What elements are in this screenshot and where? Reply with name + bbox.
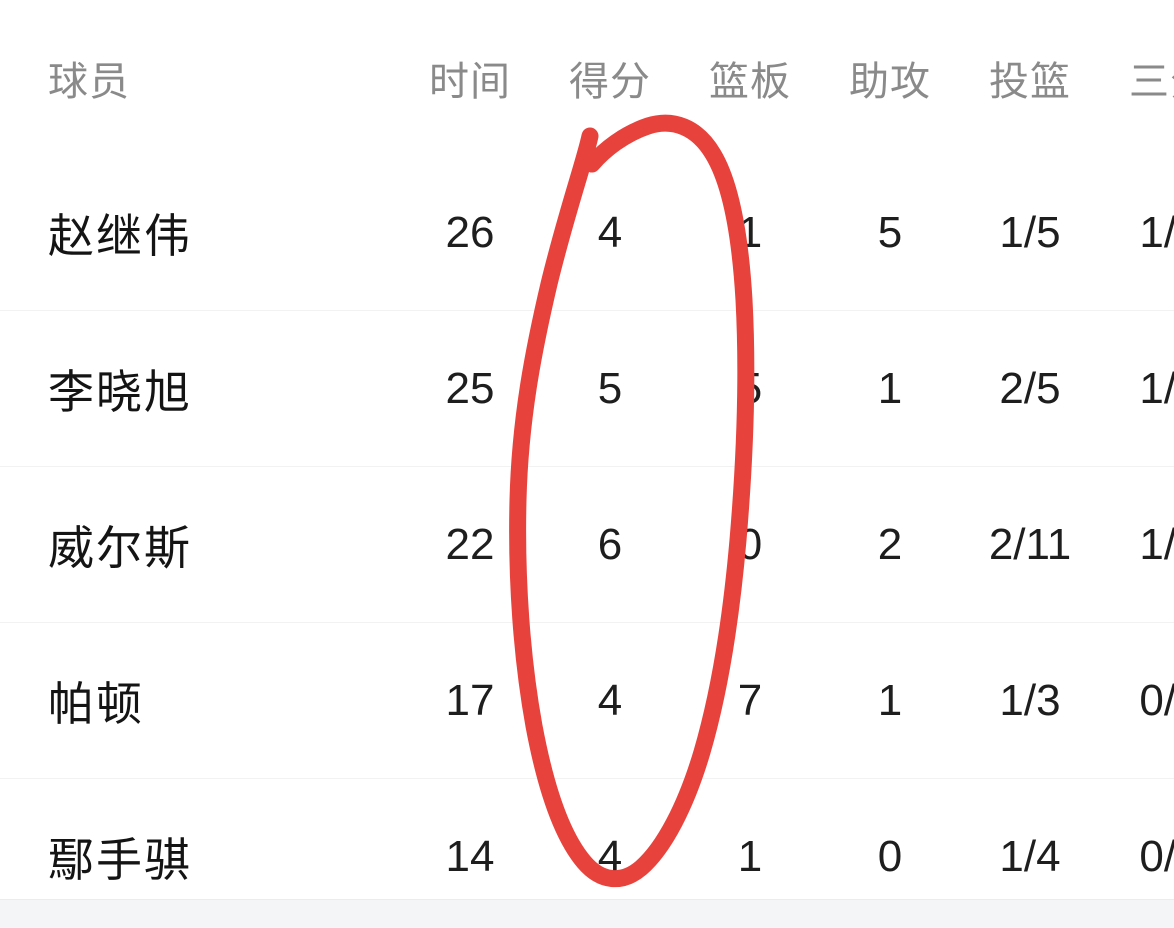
- cell-rebounds: 1: [737, 207, 763, 257]
- cell-minutes: 25: [445, 363, 495, 413]
- cell-field-goals: 1/5: [999, 207, 1061, 257]
- cell-player: 李晓旭: [48, 365, 192, 418]
- cell-points: 6: [597, 519, 623, 569]
- table-body: 赵继伟 26 4 1 5 1/5 1/4 李晓旭 25 5 5 1 2/5 1/…: [0, 155, 1174, 928]
- column-header-player[interactable]: 球员: [0, 0, 400, 155]
- cell-minutes: 26: [445, 207, 495, 257]
- table-row[interactable]: 赵继伟 26 4 1 5 1/5 1/4: [0, 155, 1174, 311]
- table-header: 球员 时间 得分 篮板 助攻 投篮 三分: [0, 0, 1174, 155]
- column-header-minutes[interactable]: 时间: [400, 0, 540, 155]
- cell-player: 威尔斯: [48, 521, 192, 574]
- cell-rebounds: 5: [737, 363, 763, 413]
- cell-points: 4: [597, 207, 623, 257]
- screenshot-root: 球员 时间 得分 篮板 助攻 投篮 三分 赵继伟 26 4 1 5 1/5 1/…: [0, 0, 1174, 928]
- cell-three-pointers: 1/4: [1139, 207, 1174, 257]
- cell-assists: 5: [877, 207, 903, 257]
- cell-field-goals: 1/3: [999, 675, 1061, 725]
- cell-assists: 2: [877, 519, 903, 569]
- column-header-assists[interactable]: 助攻: [820, 0, 960, 155]
- bottom-band: [0, 900, 1174, 928]
- column-header-rebounds[interactable]: 篮板: [680, 0, 820, 155]
- cell-three-pointers: 1/3: [1139, 363, 1174, 413]
- column-header-points[interactable]: 得分: [540, 0, 680, 155]
- table-header-row: 球员 时间 得分 篮板 助攻 投篮 三分: [0, 0, 1174, 155]
- column-header-three-pointers[interactable]: 三分: [1100, 0, 1174, 155]
- cell-assists: 1: [877, 363, 903, 413]
- cell-player: 帕顿: [48, 677, 144, 730]
- cell-points: 4: [597, 675, 623, 725]
- table-row[interactable]: 李晓旭 25 5 5 1 2/5 1/3: [0, 311, 1174, 467]
- cell-points: 5: [597, 363, 623, 413]
- box-score-table: 球员 时间 得分 篮板 助攻 投篮 三分 赵继伟 26 4 1 5 1/5 1/…: [0, 0, 1174, 928]
- cell-minutes: 17: [445, 675, 495, 725]
- cell-three-pointers: 1/4: [1139, 519, 1174, 569]
- cell-three-pointers: 0/0: [1139, 675, 1174, 725]
- cell-field-goals: 2/11: [988, 519, 1072, 569]
- cell-rebounds: 0: [737, 519, 763, 569]
- cell-assists: 1: [877, 675, 903, 725]
- cell-rebounds: 7: [737, 675, 763, 725]
- cell-field-goals: 2/5: [999, 363, 1061, 413]
- table-row[interactable]: 威尔斯 22 6 0 2 2/11 1/4: [0, 467, 1174, 623]
- table-row[interactable]: 帕顿 17 4 7 1 1/3 0/0: [0, 623, 1174, 779]
- cell-minutes: 22: [445, 519, 495, 569]
- cell-player: 赵继伟: [48, 209, 192, 262]
- column-header-field-goals[interactable]: 投篮: [960, 0, 1100, 155]
